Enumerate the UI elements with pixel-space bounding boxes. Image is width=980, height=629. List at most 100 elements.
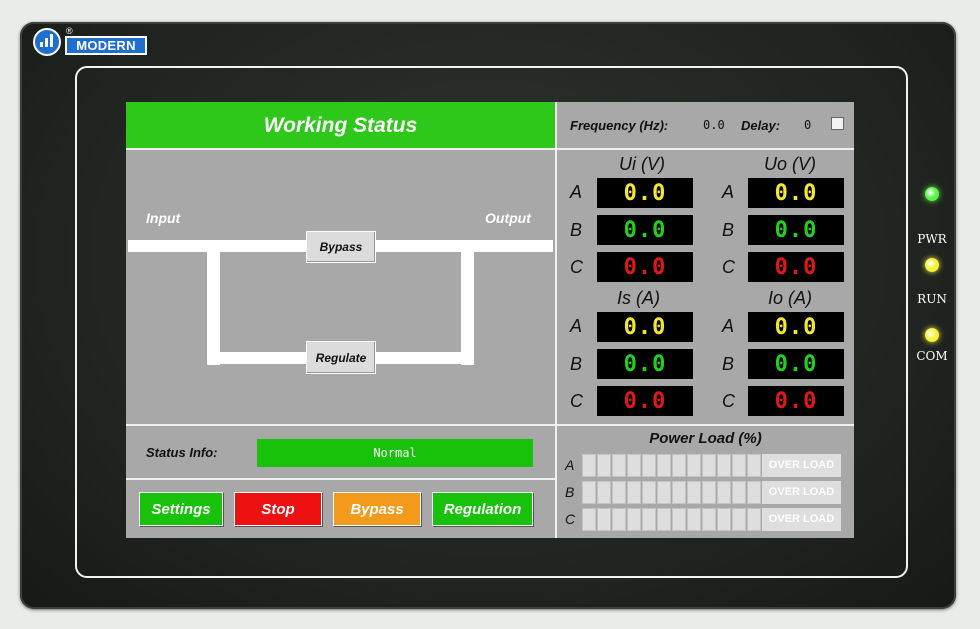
load-bar-b: OVER LOAD [582, 481, 848, 504]
io-b-display: 0.0 [748, 349, 844, 379]
status-info-value: Normal [257, 439, 533, 467]
io-c-display: 0.0 [748, 386, 844, 416]
regulation-button[interactable]: Regulation [432, 492, 533, 526]
load-segment [657, 481, 671, 504]
uo-a-display: 0.0 [748, 178, 844, 208]
input-label: Input [146, 210, 181, 226]
frequency-label: Frequency (Hz): [570, 118, 669, 133]
load-segment [687, 508, 701, 531]
load-segment [597, 481, 611, 504]
is-b-display: 0.0 [597, 349, 693, 379]
load-segment [597, 454, 611, 477]
ui-header: Ui (V) [619, 154, 665, 174]
uo-phase-a-label: A [722, 182, 735, 202]
load-segment [672, 508, 686, 531]
load-segment [582, 508, 596, 531]
pwr-led [925, 187, 939, 201]
load-segment [627, 508, 641, 531]
run-label: RUN [917, 292, 947, 306]
ui-b-display: 0.0 [597, 215, 693, 245]
uo-phase-c-label: C [722, 257, 735, 277]
left-branch-line [207, 252, 220, 365]
ui-phase-c-label: C [570, 257, 583, 277]
bypass-path-button[interactable]: Bypass [306, 231, 376, 263]
load-segment [687, 454, 701, 477]
brand-registered-mark: ® [66, 26, 73, 36]
load-segment [702, 481, 716, 504]
delay-label: Delay: [741, 118, 781, 133]
status-info-row: Status Info: Normal [126, 426, 555, 478]
output-label: Output [485, 210, 531, 226]
com-led [925, 328, 939, 342]
ui-phase-b-label: B [570, 220, 583, 240]
over-load-indicator: OVER LOAD [762, 481, 841, 504]
load-segment [672, 454, 686, 477]
load-segment [612, 481, 626, 504]
status-info-label: Status Info: [146, 445, 218, 460]
over-load-indicator: OVER LOAD [762, 454, 841, 477]
bypass-button[interactable]: Bypass [333, 492, 421, 526]
ui-phase-a-label: A [570, 182, 583, 202]
divider-status [126, 478, 555, 480]
delay-checkbox[interactable] [831, 117, 844, 130]
uo-c-display: 0.0 [748, 252, 844, 282]
is-header: Is (A) [617, 288, 660, 308]
io-a-display: 0.0 [748, 312, 844, 342]
load-segment [717, 454, 731, 477]
load-segment [642, 508, 656, 531]
io-phase-c-label: C [722, 391, 735, 411]
brand-name: MODERN [65, 36, 147, 55]
load-row-c-label: C [565, 511, 576, 527]
run-led [925, 258, 939, 272]
io-phase-b-label: B [722, 354, 735, 374]
load-segment [747, 454, 761, 477]
over-load-indicator: OVER LOAD [762, 508, 841, 531]
load-segment [702, 454, 716, 477]
load-segment [657, 454, 671, 477]
load-segment [732, 481, 746, 504]
load-segment [582, 454, 596, 477]
load-segment [612, 508, 626, 531]
load-segment [687, 481, 701, 504]
is-phase-a-label: A [570, 316, 583, 336]
page-title: Working Status [126, 102, 555, 148]
is-phase-b-label: B [570, 354, 583, 374]
load-segment [732, 454, 746, 477]
load-segment [747, 481, 761, 504]
delay-value: 0 [804, 118, 812, 132]
load-segment [612, 454, 626, 477]
settings-button[interactable]: Settings [139, 492, 223, 526]
flow-diagram: Input Output Bypass Regulate [126, 150, 555, 424]
load-segment [702, 508, 716, 531]
load-row-b-label: B [565, 484, 575, 500]
uo-b-display: 0.0 [748, 215, 844, 245]
load-segment [627, 454, 641, 477]
hmi-screen: Working Status Frequency (Hz): 0.0 Delay… [126, 102, 854, 538]
uo-header: Uo (V) [764, 154, 817, 174]
com-label: COM [916, 349, 948, 363]
load-segment [642, 454, 656, 477]
right-branch-line [461, 252, 474, 365]
load-segment [672, 481, 686, 504]
brand-logo: ® MODERN [33, 26, 149, 58]
meters-panel: Ui (V) Uo (V) A B C A B C 0.0 0.0 0.0 0.… [557, 150, 854, 424]
power-load-title: Power Load (%) [649, 430, 762, 447]
load-segment [657, 508, 671, 531]
brand-chart-icon [33, 28, 61, 56]
pwr-label: PWR [917, 232, 947, 246]
load-segment [732, 508, 746, 531]
load-segment [627, 481, 641, 504]
load-segment [717, 481, 731, 504]
is-a-display: 0.0 [597, 312, 693, 342]
load-bar-a: OVER LOAD [582, 454, 848, 477]
frequency-value: 0.0 [703, 118, 725, 132]
load-row-a-label: A [565, 457, 575, 473]
power-load-panel: Power Load (%) A B C OVER LOAD OVER LOAD… [557, 426, 854, 538]
io-header: Io (A) [768, 288, 813, 308]
is-phase-c-label: C [570, 391, 583, 411]
stop-button[interactable]: Stop [234, 492, 322, 526]
regulate-path-button[interactable]: Regulate [306, 341, 376, 374]
uo-phase-b-label: B [722, 220, 735, 240]
load-bar-c: OVER LOAD [582, 508, 848, 531]
load-segment [597, 508, 611, 531]
